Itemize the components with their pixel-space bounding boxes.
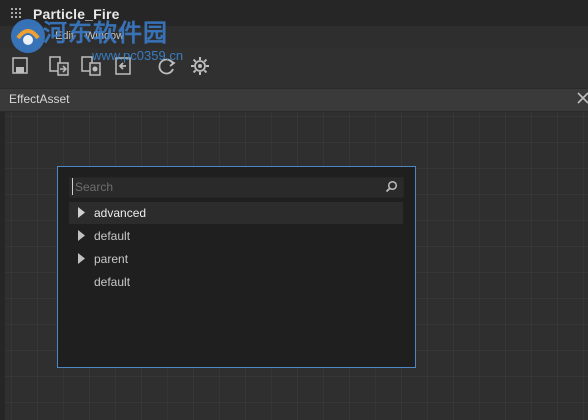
expand-arrow-icon[interactable]	[77, 230, 86, 241]
list-item-label: parent	[94, 252, 129, 266]
gear-icon[interactable]	[189, 55, 211, 77]
save-icon[interactable]	[10, 55, 32, 77]
list-item-label: default	[94, 229, 131, 243]
watermark-text: 河东软件园	[43, 19, 168, 47]
panel-header	[0, 88, 588, 112]
app-icon	[11, 8, 21, 18]
search-input[interactable]	[72, 178, 375, 195]
export-icon[interactable]	[48, 55, 70, 77]
search-icon	[385, 180, 398, 193]
expand-arrow-icon[interactable]	[77, 253, 86, 264]
watermark-url: www.pc0359.cn	[92, 48, 184, 63]
close-icon[interactable]	[576, 91, 588, 105]
expand-arrow-icon[interactable]	[77, 207, 86, 218]
panel-title: EffectAsset	[9, 92, 70, 106]
list-item-label: advanced	[94, 206, 147, 220]
list-item-label: default	[94, 275, 131, 289]
